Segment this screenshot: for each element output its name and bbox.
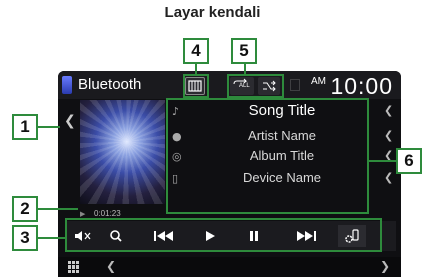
- clock-ampm: AM: [310, 76, 326, 87]
- callout-4: 4: [183, 38, 209, 64]
- source-label[interactable]: Bluetooth: [78, 76, 141, 93]
- callout-6-line: [369, 160, 399, 162]
- grid-menu-icon[interactable]: [68, 261, 80, 273]
- chevron-left-icon[interactable]: ❮: [106, 259, 116, 273]
- callout-5-outline: [227, 74, 284, 98]
- phone-icon: [62, 76, 72, 94]
- chevron-left-icon: ❮: [384, 171, 394, 184]
- callout-6: 6: [396, 148, 422, 174]
- album-artwork[interactable]: [80, 100, 165, 204]
- progress-marker-icon: ▶: [80, 210, 86, 218]
- callout-1-line: [38, 126, 60, 128]
- bottom-bar: ❮ ❯: [58, 257, 401, 277]
- chevron-left-icon: ❮: [384, 104, 394, 117]
- callout-2-line: [38, 208, 78, 210]
- chevron-left-icon: ❮: [384, 129, 394, 142]
- back-chevron-icon[interactable]: ❮: [64, 113, 76, 129]
- callout-4-line: [195, 64, 197, 74]
- callout-3-line: [38, 237, 65, 239]
- callout-3: 3: [12, 225, 38, 251]
- status-icons: [290, 79, 300, 91]
- callout-4-outline: [183, 74, 209, 98]
- callout-6-outline: [166, 98, 369, 214]
- elapsed-time: 0:01:23: [94, 209, 121, 218]
- chevron-right-icon[interactable]: ❯: [380, 259, 390, 273]
- callout-3-outline: [65, 218, 382, 252]
- callout-1: 1: [12, 114, 38, 140]
- callout-2: 2: [12, 196, 38, 222]
- callout-5: 5: [231, 38, 257, 64]
- clock-time: 10:00: [330, 73, 393, 99]
- clock: AM 10:00: [311, 73, 393, 100]
- page-caption: Layar kendali: [164, 4, 261, 21]
- callout-5-line: [244, 64, 246, 74]
